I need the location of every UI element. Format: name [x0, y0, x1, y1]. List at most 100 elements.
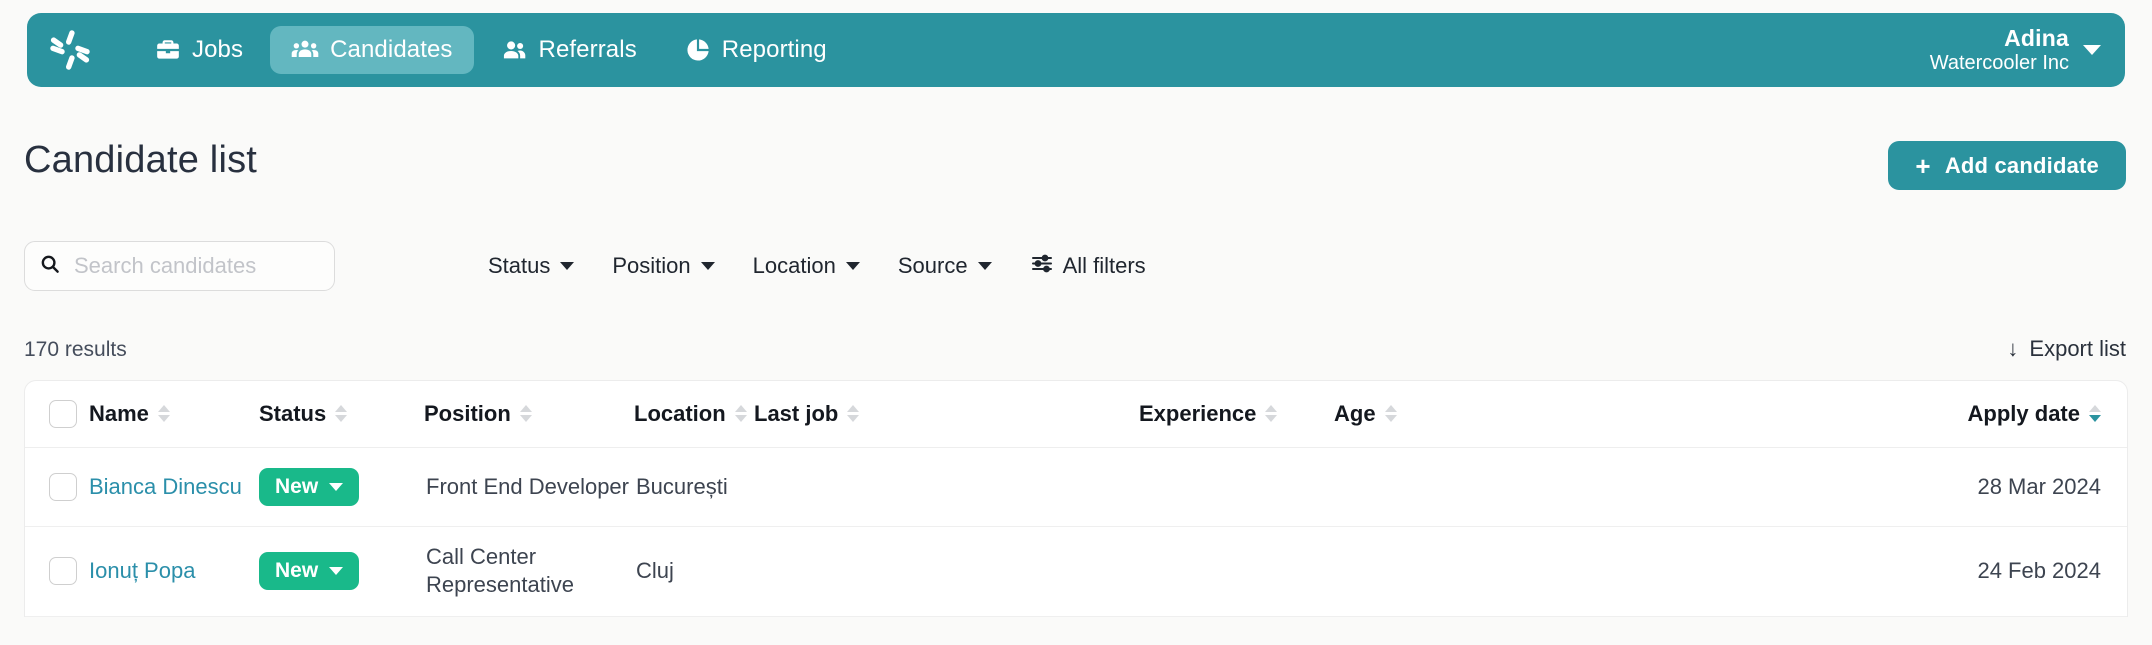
status-badge-label: New	[275, 559, 319, 582]
column-header-name[interactable]: Name	[89, 381, 259, 448]
sort-toggle-location[interactable]	[734, 405, 747, 423]
cell-apply-date: 24 Feb 2024	[1419, 526, 2127, 617]
filter-position-label: Position	[612, 253, 691, 278]
all-filters-button[interactable]: All filters	[1030, 251, 1146, 281]
column-header-last-job[interactable]: Last job	[754, 381, 1139, 448]
table-row[interactable]: Bianca Dinescu New Front End Developer B…	[25, 447, 2127, 527]
cell-position: Front End Developer	[424, 447, 634, 527]
row-select-cell	[25, 526, 89, 617]
nav-item-reporting[interactable]: Reporting	[664, 26, 848, 74]
cell-position: Call Center Representative	[424, 526, 634, 617]
column-label-experience: Experience	[1139, 400, 1257, 426]
column-label-age: Age	[1334, 400, 1376, 426]
download-arrow-icon: ↓	[2007, 336, 2019, 361]
export-list-label: Export list	[2029, 336, 2126, 361]
nav-item-jobs[interactable]: Jobs	[134, 26, 264, 74]
table-row[interactable]: Ionuț Popa New Call Center Representativ…	[25, 526, 2127, 617]
column-label-position: Position	[424, 400, 511, 426]
sort-toggle-status[interactable]	[335, 405, 348, 423]
cell-last-job	[754, 526, 1139, 617]
user-name: Adina	[2004, 24, 2069, 51]
user-menu[interactable]: Adina Watercooler Inc	[1930, 25, 2101, 76]
filter-source[interactable]: Source	[898, 253, 992, 279]
page-title: Candidate list	[24, 139, 258, 181]
user-info: Adina Watercooler Inc	[1930, 25, 2069, 76]
pie-chart-icon	[685, 37, 711, 63]
nav-label-candidates: Candidates	[330, 36, 453, 63]
column-header-status[interactable]: Status	[259, 381, 424, 448]
cell-status: New	[259, 526, 424, 617]
nav-item-candidates[interactable]: Candidates	[270, 26, 474, 74]
two-people-icon	[501, 37, 528, 64]
results-count: 170 results	[24, 338, 127, 361]
chevron-down-icon	[329, 482, 344, 491]
nav-item-referrals[interactable]: Referrals	[480, 26, 658, 74]
cell-location: București	[634, 447, 754, 527]
filter-source-label: Source	[897, 253, 968, 278]
row-select-cell	[25, 447, 89, 527]
filter-status[interactable]: Status	[488, 253, 575, 279]
all-filters-label: All filters	[1062, 253, 1146, 278]
people-group-icon	[291, 36, 319, 64]
chevron-down-icon	[700, 262, 715, 270]
top-navbar: Jobs Candidates Referrals Reporting Adin…	[27, 13, 2125, 87]
column-label-name: Name	[89, 400, 149, 426]
column-header-location[interactable]: Location	[634, 381, 754, 448]
export-list-button[interactable]: ↓ Export list	[2007, 336, 2126, 362]
select-all-header	[25, 381, 89, 448]
chevron-down-icon	[560, 262, 575, 270]
cell-last-job	[754, 447, 1139, 527]
nav-label-jobs: Jobs	[192, 36, 244, 63]
nav-items: Jobs Candidates Referrals Reporting	[134, 26, 848, 74]
table-header-row: Name Status Position Location Last job E…	[25, 381, 2127, 448]
cell-experience	[1139, 526, 1334, 617]
brand-logo[interactable]	[27, 28, 113, 72]
sort-toggle-position[interactable]	[519, 405, 532, 423]
column-label-location: Location	[634, 400, 726, 426]
search-box[interactable]	[24, 241, 335, 291]
chevron-down-icon	[977, 262, 992, 270]
column-label-apply-date: Apply date	[1967, 400, 2080, 426]
cell-apply-date: 28 Mar 2024	[1419, 447, 2127, 527]
nav-label-reporting: Reporting	[721, 36, 827, 63]
cell-experience	[1139, 447, 1334, 527]
cell-age	[1334, 447, 1419, 527]
plus-icon: +	[1915, 150, 1931, 181]
candidate-name-link[interactable]: Bianca Dinescu	[89, 474, 242, 499]
search-input[interactable]	[74, 253, 320, 279]
add-candidate-label: Add candidate	[1944, 152, 2099, 178]
nav-label-referrals: Referrals	[538, 36, 637, 63]
column-header-apply-date[interactable]: Apply date	[1419, 381, 2127, 448]
row-checkbox[interactable]	[49, 557, 77, 585]
row-checkbox[interactable]	[49, 472, 77, 501]
filter-location[interactable]: Location	[753, 253, 860, 279]
column-header-experience[interactable]: Experience	[1139, 381, 1334, 448]
sort-toggle-name[interactable]	[157, 405, 170, 423]
candidates-table: Name Status Position Location Last job E…	[24, 380, 2128, 617]
status-badge-label: New	[275, 474, 319, 498]
search-icon	[39, 253, 61, 280]
column-label-status: Status	[259, 400, 327, 426]
filter-location-label: Location	[752, 253, 836, 278]
column-header-age[interactable]: Age	[1334, 381, 1419, 448]
cell-location: Cluj	[634, 526, 754, 617]
chevron-down-icon	[2083, 45, 2101, 55]
sort-toggle-age[interactable]	[1384, 405, 1397, 423]
sort-toggle-last-job[interactable]	[847, 405, 860, 423]
column-header-position[interactable]: Position	[424, 381, 634, 448]
user-organization: Watercooler Inc	[1929, 51, 2069, 74]
select-all-checkbox[interactable]	[49, 399, 77, 428]
cell-name: Ionuț Popa	[89, 526, 259, 617]
filter-status-label: Status	[488, 253, 551, 278]
status-badge[interactable]: New	[259, 467, 360, 506]
add-candidate-button[interactable]: + Add candidate	[1888, 141, 2126, 190]
briefcase-icon	[155, 37, 181, 63]
sort-toggle-experience[interactable]	[1265, 405, 1278, 423]
filter-position[interactable]: Position	[612, 253, 715, 279]
cell-name: Bianca Dinescu	[89, 447, 259, 527]
sort-toggle-apply-date[interactable]	[2089, 405, 2101, 423]
chevron-down-icon	[845, 262, 860, 270]
candidate-name-link[interactable]: Ionuț Popa	[89, 558, 195, 583]
column-label-last-job: Last job	[754, 400, 839, 426]
status-badge[interactable]: New	[259, 552, 360, 590]
